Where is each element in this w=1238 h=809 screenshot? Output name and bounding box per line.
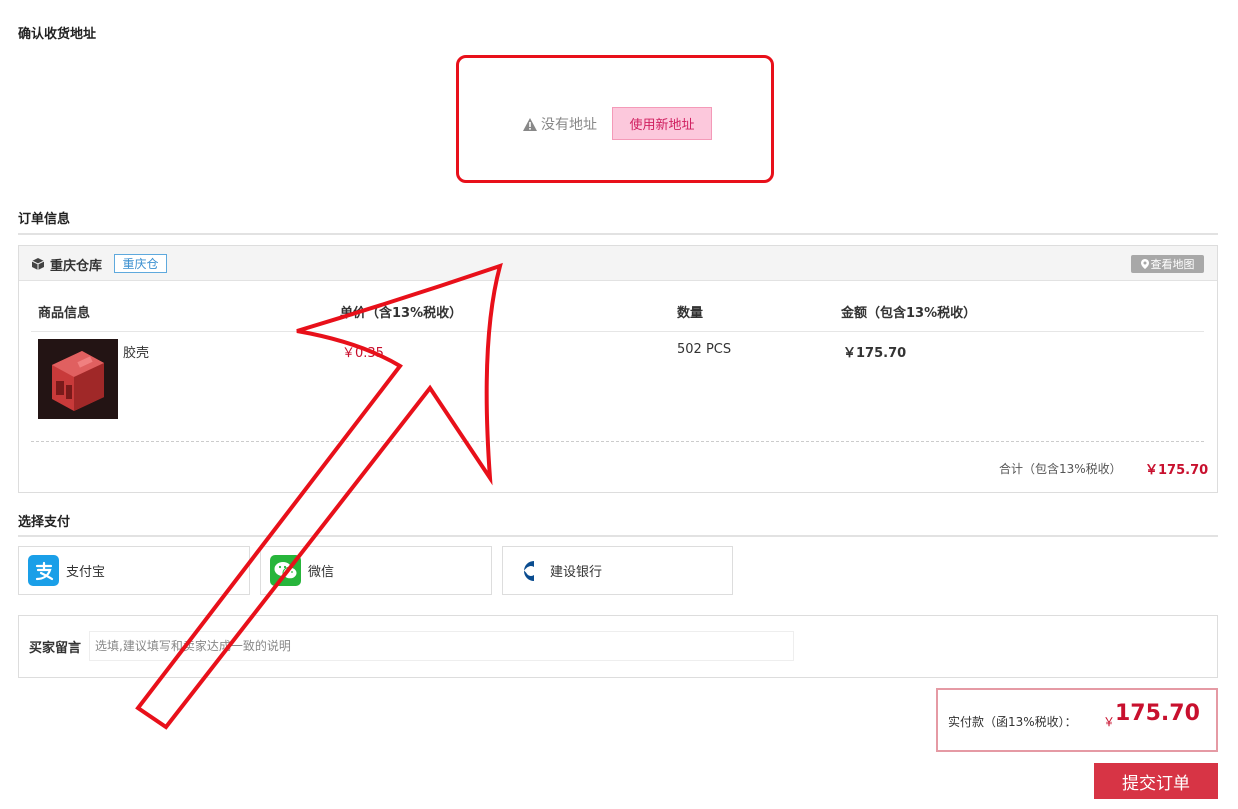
warehouse-tag: 重庆仓 (114, 254, 167, 273)
map-pin-icon (1140, 259, 1149, 269)
payment-section-title: 选择支付 (18, 515, 71, 530)
column-header-unit-price: 单价（含13%税收） (340, 306, 463, 321)
no-address-notice: 没有地址 (523, 114, 597, 134)
ccb-icon (512, 555, 543, 586)
wechat-icon (270, 555, 301, 586)
use-new-address-button[interactable]: 使用新地址 (612, 107, 712, 140)
no-address-text: 没有地址 (541, 117, 597, 133)
payment-total-label: 实付款（函13%税收）： (948, 715, 1077, 729)
warehouse-header (19, 246, 1217, 281)
payment-label-alipay: 支付宝 (66, 565, 106, 580)
product-image[interactable] (38, 339, 118, 419)
product-quantity: 502 PCS (677, 342, 732, 357)
view-map-button[interactable]: 查看地图 (1131, 255, 1204, 273)
product-amount: ￥175.70 (843, 346, 907, 361)
payment-option-wechat[interactable]: 微信 (260, 546, 492, 595)
address-section-title: 确认收货地址 (18, 27, 97, 42)
payment-label-ccb: 建设银行 (550, 565, 603, 580)
submit-order-button[interactable]: 提交订单 (1094, 763, 1218, 799)
buyer-note-input[interactable] (89, 631, 794, 661)
payment-total-currency: ￥ (1103, 715, 1116, 729)
product-name[interactable]: 胶壳 (123, 342, 149, 361)
column-header-quantity: 数量 (677, 306, 704, 321)
alipay-icon (28, 555, 59, 586)
order-dashed-divider (31, 441, 1204, 442)
product-unit-price: ￥0.35 (342, 346, 384, 361)
connector-housing-image (38, 339, 118, 419)
warehouse-name: 重庆仓库 (50, 259, 103, 274)
column-header-product: 商品信息 (38, 306, 91, 321)
table-header-divider (31, 331, 1204, 332)
order-total-label: 合计（包含13%税收） (999, 462, 1122, 476)
view-map-label: 查看地图 (1150, 258, 1195, 271)
package-icon (31, 258, 45, 270)
warning-icon (523, 117, 537, 131)
column-header-amount: 金额（包含13%税收） (841, 306, 977, 321)
payment-option-ccb[interactable]: 建设银行 (502, 546, 733, 595)
order-divider (18, 233, 1218, 235)
buyer-note-label: 买家留言 (29, 641, 82, 656)
order-panel (18, 245, 1218, 493)
payment-option-alipay[interactable]: 支付宝 (18, 546, 250, 595)
order-section-title: 订单信息 (18, 212, 71, 227)
payment-label-wechat: 微信 (308, 565, 335, 580)
payment-total-value: 175.70 (1115, 701, 1200, 726)
payment-divider (18, 535, 1218, 537)
order-total-value: ￥175.70 (1145, 463, 1209, 478)
